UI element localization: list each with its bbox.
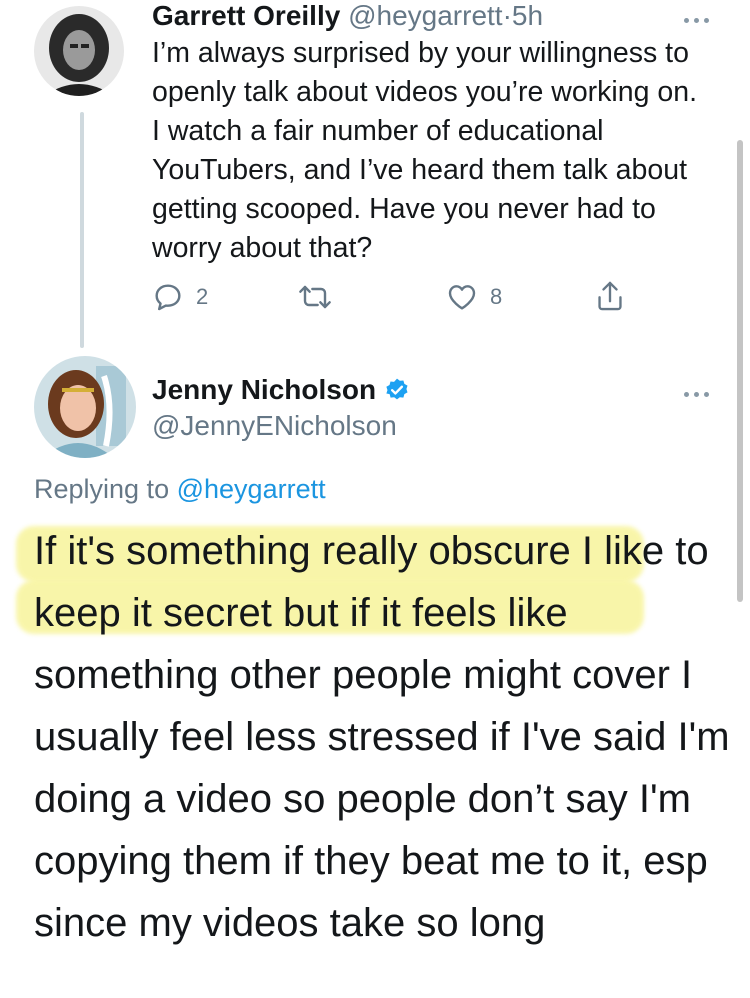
replying-mention-link[interactable]: @heygarrett xyxy=(177,474,326,504)
heart-icon xyxy=(448,285,476,310)
tweet2-more-icon[interactable] xyxy=(684,384,718,397)
avatar-garrett[interactable] xyxy=(34,6,124,96)
tweet1-handle[interactable]: @heygarrett xyxy=(348,0,503,31)
verified-badge-icon xyxy=(386,378,408,400)
share-icon xyxy=(598,281,622,311)
reply-icon xyxy=(155,284,181,311)
retweet-icon xyxy=(299,285,331,309)
tweet1-display-name[interactable]: Garrett Oreilly xyxy=(152,0,340,31)
tweet1-retweet-button[interactable] xyxy=(296,281,334,313)
tweet2-handle[interactable]: @JennyENicholson xyxy=(152,410,397,442)
tweet1-reply-button[interactable]: 2 xyxy=(152,281,208,313)
scrollbar[interactable] xyxy=(737,140,743,602)
replying-prefix: Replying to xyxy=(34,474,170,504)
tweet1-more-icon[interactable] xyxy=(684,10,718,23)
tweet1-like-button[interactable]: 8 xyxy=(446,281,502,313)
tweet1-header: Garrett Oreilly @heygarrett·5h xyxy=(152,0,543,32)
replying-to: Replying to @heygarrett xyxy=(34,474,326,505)
tweet1-reply-count: 2 xyxy=(196,284,209,309)
tweet1-like-count: 8 xyxy=(490,284,503,309)
avatar-jenny[interactable] xyxy=(34,356,136,458)
tweet2-header: Jenny Nicholson xyxy=(152,374,410,406)
tweet1-share-button[interactable] xyxy=(594,279,626,313)
tweet1-time[interactable]: 5h xyxy=(512,0,543,31)
tweet1-separator: · xyxy=(502,0,512,31)
thread-line xyxy=(80,112,84,348)
tweet2-display-name[interactable]: Jenny Nicholson xyxy=(152,374,376,406)
tweet2-text: If it's something really obscure I like … xyxy=(34,529,730,945)
tweet1-text: I’m always surprised by your willingness… xyxy=(152,37,697,264)
